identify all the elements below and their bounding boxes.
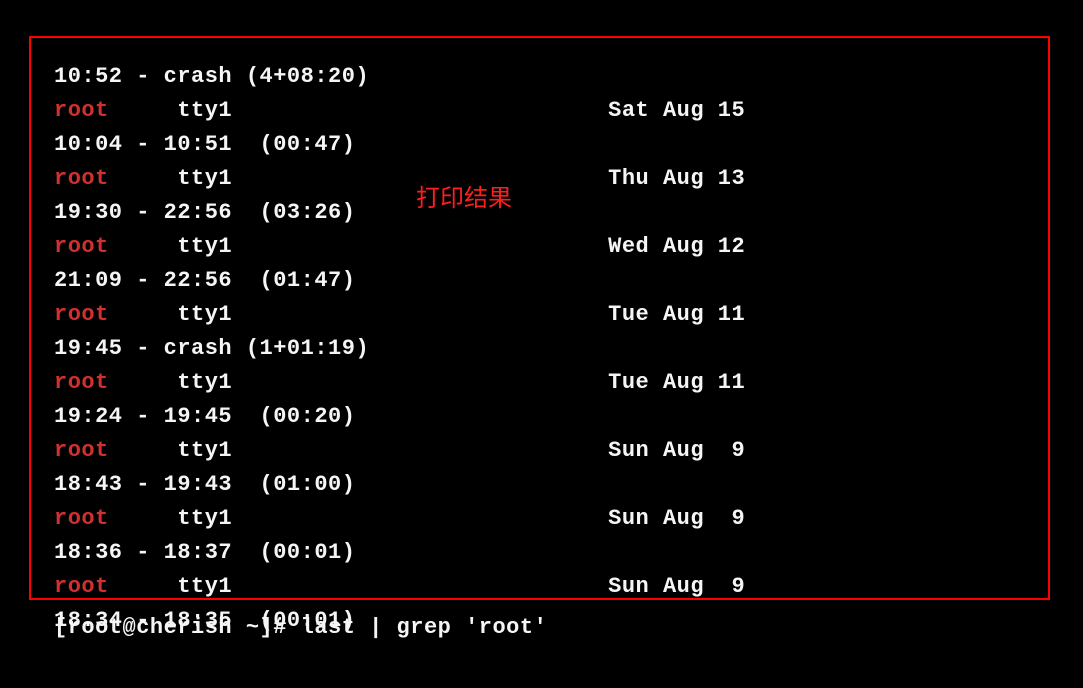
tty: tty1	[177, 438, 232, 463]
time-range-text: 19:30 - 22:56 (03:26)	[54, 200, 355, 225]
command-prompt[interactable]: [root@cherish ~]# last | grep 'root'	[54, 615, 547, 640]
time-range-text: 18:43 - 19:43 (01:00)	[54, 472, 355, 497]
login-line: root tty1 Sun Aug 9	[54, 434, 745, 468]
tty: tty1	[177, 234, 232, 259]
time-range-text: 19:24 - 19:45 (00:20)	[54, 404, 355, 429]
login-date: Sun Aug 9	[608, 438, 745, 463]
username: root	[54, 166, 109, 191]
tty: tty1	[177, 506, 232, 531]
tty: tty1	[177, 574, 232, 599]
time-line: 19:24 - 19:45 (00:20)	[54, 400, 745, 434]
login-date: Sun Aug 9	[608, 574, 745, 599]
tty: tty1	[177, 98, 232, 123]
username: root	[54, 506, 109, 531]
annotation-label: 打印结果	[416, 178, 512, 213]
login-date: Tue Aug 11	[608, 302, 745, 327]
username: root	[54, 302, 109, 327]
time-range-text: 21:09 - 22:56 (01:47)	[54, 268, 355, 293]
login-date: Thu Aug 13	[608, 166, 745, 191]
time-line: 19:30 - 22:56 (03:26)	[54, 196, 745, 230]
terminal-output: 10:52 - crash (4+08:20) root tty1 Sat Aug …	[54, 60, 745, 638]
login-date: Tue Aug 11	[608, 370, 745, 395]
tty: tty1	[177, 370, 232, 395]
login-line: root tty1 Sat Aug 15	[54, 94, 745, 128]
login-date: Sat Aug 15	[608, 98, 745, 123]
time-line: 18:43 - 19:43 (01:00)	[54, 468, 745, 502]
username: root	[54, 438, 109, 463]
login-date: Sun Aug 9	[608, 506, 745, 531]
username: root	[54, 234, 109, 259]
login-line: root tty1 Sun Aug 9	[54, 502, 745, 536]
login-date: Wed Aug 12	[608, 234, 745, 259]
terminal-window: 10:52 - crash (4+08:20) root tty1 Sat Aug …	[0, 0, 1083, 688]
login-line: root tty1 Sun Aug 9	[54, 570, 745, 604]
time-line: 10:52 - crash (4+08:20)	[54, 60, 745, 94]
login-line: root tty1 Wed Aug 12	[54, 230, 745, 264]
tty: tty1	[177, 166, 232, 191]
time-range-text: 19:45 - crash (1+01:19)	[54, 336, 369, 361]
time-line: 10:04 - 10:51 (00:47)	[54, 128, 745, 162]
username: root	[54, 98, 109, 123]
time-range-text: 10:52 - crash (4+08:20)	[54, 64, 369, 89]
username: root	[54, 574, 109, 599]
time-line: 18:36 - 18:37 (00:01)	[54, 536, 745, 570]
tty: tty1	[177, 302, 232, 327]
login-line: root tty1 Thu Aug 13	[54, 162, 745, 196]
time-line: 19:45 - crash (1+01:19)	[54, 332, 745, 366]
time-range-text: 18:36 - 18:37 (00:01)	[54, 540, 355, 565]
username: root	[54, 370, 109, 395]
login-line: root tty1 Tue Aug 11	[54, 366, 745, 400]
time-range-text: 10:04 - 10:51 (00:47)	[54, 132, 355, 157]
login-line: root tty1 Tue Aug 11	[54, 298, 745, 332]
time-line: 21:09 - 22:56 (01:47)	[54, 264, 745, 298]
